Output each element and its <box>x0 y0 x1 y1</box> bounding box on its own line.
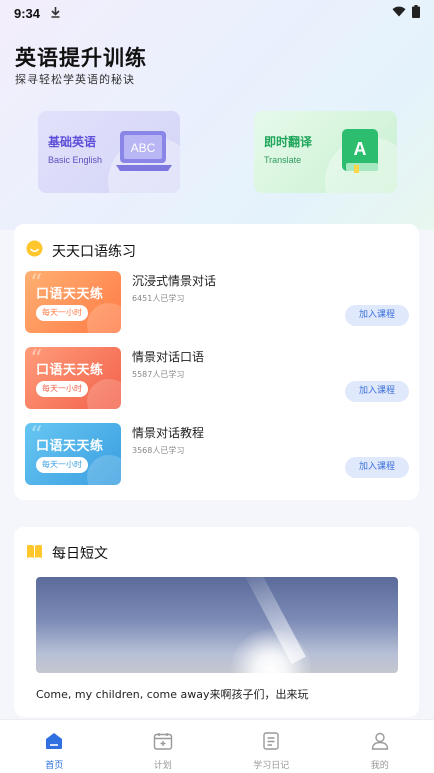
course-thumbnail: “ 口语天天练 每天一小时 <box>25 271 121 333</box>
thumb-decoration <box>87 455 121 485</box>
tab-home[interactable]: 首页 <box>0 720 109 773</box>
profile-icon <box>371 732 389 754</box>
sun-glow <box>231 629 311 673</box>
card-subtitle: Basic English <box>48 155 103 165</box>
page-subtitle: 探寻轻松学英语的秘诀 <box>15 73 135 86</box>
daily-practice-panel: 天天口语练习 “ 口语天天练 每天一小时 沉浸式情景对话 6451人已学习 加入… <box>14 224 419 500</box>
course-thumbnail: “ 口语天天练 每天一小时 <box>25 423 121 485</box>
section-header: 天天口语练习 <box>26 240 136 261</box>
svg-text:ABC: ABC <box>131 141 156 155</box>
course-item[interactable]: “ 口语天天练 每天一小时 情景对话口语 5587人已学习 加入课程 <box>25 347 409 409</box>
battery-icon <box>412 4 420 22</box>
thumb-decoration <box>87 379 121 409</box>
download-icon <box>50 6 61 21</box>
tab-plan[interactable]: 计划 <box>109 720 218 773</box>
daily-article-panel[interactable]: 每日短文 Come, my children, come away来啊孩子们，出… <box>14 527 419 717</box>
smile-icon <box>26 240 43 261</box>
thumb-tag: 每天一小时 <box>36 457 88 473</box>
page-title: 英语提升训练 <box>15 46 147 70</box>
card-subtitle: Translate <box>264 155 302 165</box>
thumb-title: 口语天天练 <box>36 439 104 454</box>
basic-english-card[interactable]: 基础英语 Basic English ABC <box>38 111 180 193</box>
card-title: 即时翻译 <box>264 135 313 149</box>
status-bar: 9:34 <box>0 0 434 26</box>
section-title: 天天口语练习 <box>52 243 136 260</box>
status-time: 9:34 <box>14 5 41 21</box>
course-name: 沉浸式情景对话 <box>132 274 217 288</box>
course-item[interactable]: “ 口语天天练 每天一小时 情景对话教程 3568人已学习 加入课程 <box>25 423 409 485</box>
thumb-tag: 每天一小时 <box>36 381 88 397</box>
learner-count: 5587人已学习 <box>132 370 185 379</box>
tab-label: 计划 <box>153 761 172 771</box>
learner-count: 3568人已学习 <box>132 446 185 455</box>
tab-diary[interactable]: 学习日记 <box>217 720 326 773</box>
diary-icon <box>262 732 280 754</box>
course-item[interactable]: “ 口语天天练 每天一小时 沉浸式情景对话 6451人已学习 加入课程 <box>25 271 409 333</box>
course-name: 情景对话教程 <box>132 426 205 440</box>
card-title: 基础英语 <box>48 135 97 149</box>
course-name: 情景对话口语 <box>132 350 205 364</box>
bottom-tab-bar: 首页 计划 学习日记 我的 <box>0 719 434 773</box>
home-icon <box>44 732 64 754</box>
abc-laptop-icon: ABC <box>116 129 172 179</box>
book-icon <box>26 544 43 563</box>
tab-label: 我的 <box>370 761 389 771</box>
calendar-icon <box>153 732 173 754</box>
tab-label: 学习日记 <box>253 761 290 771</box>
section-title: 每日短文 <box>52 546 108 562</box>
thumb-tag: 每天一小时 <box>36 305 88 321</box>
svg-text:A: A <box>354 139 367 159</box>
join-course-button[interactable]: 加入课程 <box>345 457 409 478</box>
wifi-icon <box>392 6 406 21</box>
join-course-button[interactable]: 加入课程 <box>345 381 409 402</box>
tab-profile[interactable]: 我的 <box>326 720 434 773</box>
course-thumbnail: “ 口语天天练 每天一小时 <box>25 347 121 409</box>
translate-card[interactable]: 即时翻译 Translate A <box>254 111 397 193</box>
section-header: 每日短文 <box>26 543 108 563</box>
article-image[interactable] <box>36 577 398 673</box>
join-course-button[interactable]: 加入课程 <box>345 305 409 326</box>
learner-count: 6451人已学习 <box>132 294 185 303</box>
tab-label: 首页 <box>45 761 64 771</box>
translate-book-icon: A <box>340 127 382 179</box>
article-text: Come, my children, come away来啊孩子们，出来玩 <box>36 688 309 701</box>
thumb-title: 口语天天练 <box>36 287 104 302</box>
thumb-title: 口语天天练 <box>36 363 104 378</box>
thumb-decoration <box>87 303 121 333</box>
